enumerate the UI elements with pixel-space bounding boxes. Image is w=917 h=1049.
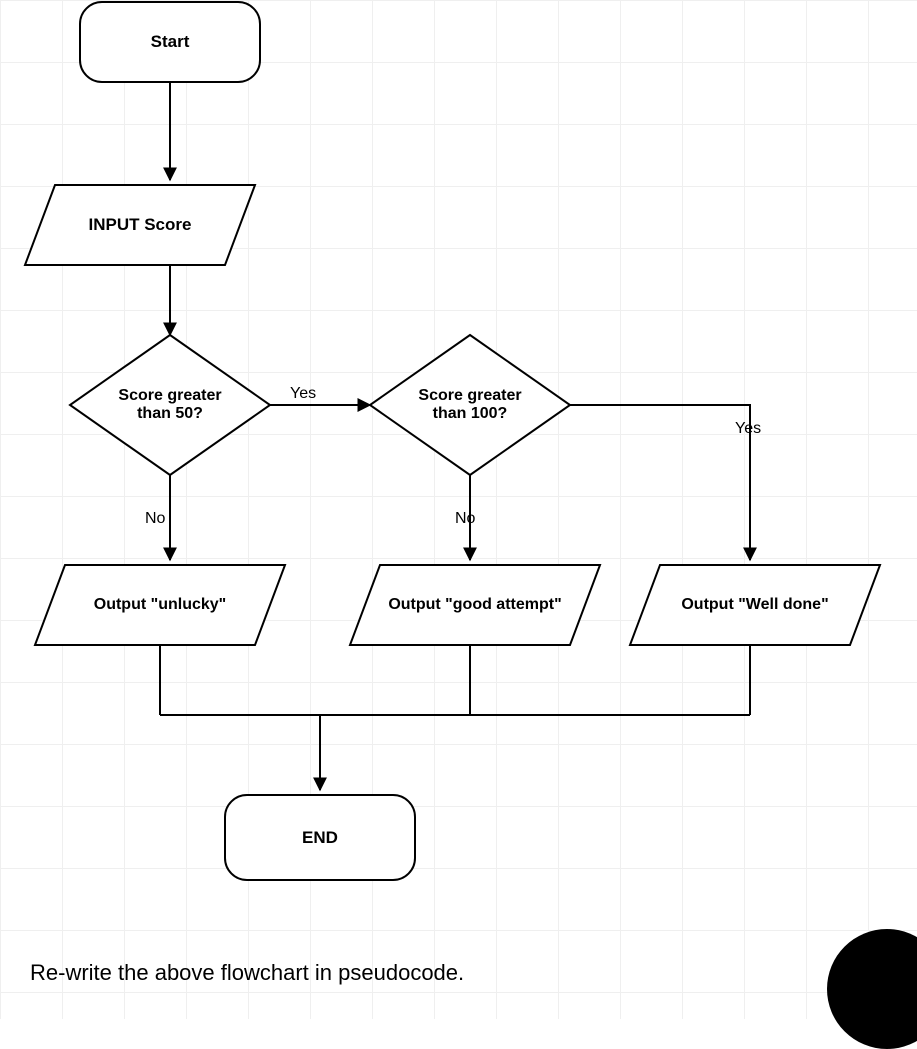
node-end bbox=[225, 795, 415, 880]
node-d1 bbox=[70, 335, 270, 475]
edge-d2-o3 bbox=[570, 405, 750, 560]
node-start bbox=[80, 2, 260, 82]
node-input bbox=[25, 185, 255, 265]
node-o1 bbox=[35, 565, 285, 645]
question-text: Re-write the above flowchart in pseudoco… bbox=[30, 960, 464, 986]
node-d2 bbox=[370, 335, 570, 475]
flowchart-canvas: Start INPUT Score Score greaterthan 50? … bbox=[0, 0, 917, 1019]
flowchart-svg bbox=[0, 0, 917, 1019]
node-o2 bbox=[350, 565, 600, 645]
node-o3 bbox=[630, 565, 880, 645]
